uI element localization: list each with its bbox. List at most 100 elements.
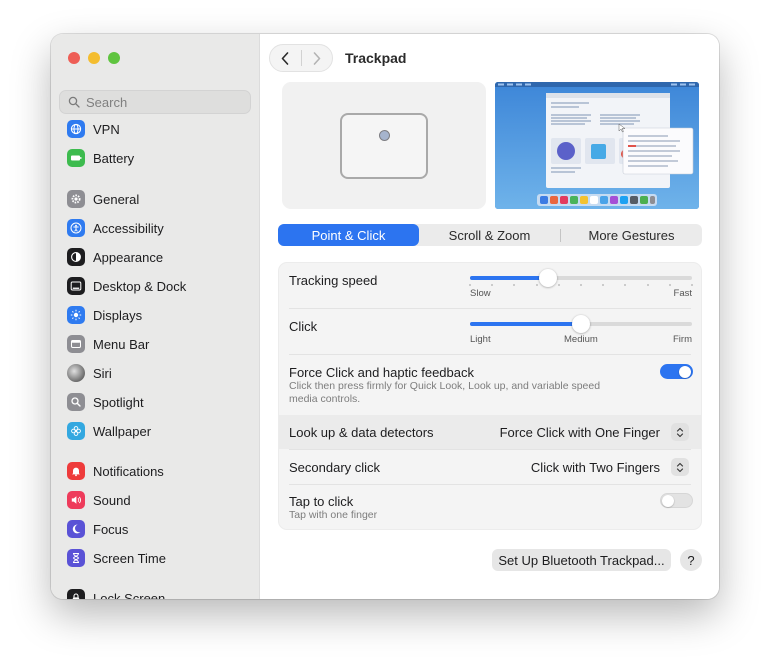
gear-icon bbox=[67, 190, 85, 208]
secondary-click-value[interactable]: Click with Two Fingers bbox=[531, 460, 660, 475]
secondary-click-row[interactable]: Secondary click Click with Two Fingers bbox=[279, 450, 701, 484]
sidebar-item-displays[interactable]: Displays bbox=[67, 304, 142, 326]
slider-tick bbox=[535, 284, 538, 286]
speaker-icon bbox=[67, 491, 85, 509]
sidebar-item-notifications[interactable]: Notifications bbox=[67, 460, 164, 482]
sidebar-item-lock-screen[interactable]: Lock Screen bbox=[67, 587, 165, 599]
siri-icon bbox=[67, 364, 85, 382]
row-separator bbox=[289, 484, 691, 485]
minimize-window-button[interactable] bbox=[88, 52, 100, 64]
search-field[interactable] bbox=[59, 90, 251, 114]
settings-group: Tracking speed Slow Fast Click Light Med… bbox=[278, 262, 702, 530]
click-min-label: Light bbox=[470, 334, 491, 345]
chevron-up-down-icon bbox=[676, 427, 684, 437]
sidebar-item-label: Battery bbox=[93, 150, 135, 166]
sidebar-item-screen-time[interactable]: Screen Time bbox=[67, 547, 166, 569]
dock-icon bbox=[67, 277, 85, 295]
sidebar-item-appearance[interactable]: Appearance bbox=[67, 246, 163, 268]
trackpad-preview bbox=[282, 82, 486, 209]
look-up-row[interactable]: Look up & data detectors Force Click wit… bbox=[279, 415, 701, 449]
sidebar-item-label: Spotlight bbox=[93, 394, 144, 410]
sidebar-item-label: Lock Screen bbox=[93, 590, 166, 600]
row-separator bbox=[289, 354, 691, 355]
sidebar-item-label: Displays bbox=[93, 307, 143, 323]
tracking-speed-max-label: Fast bbox=[673, 288, 692, 299]
gesture-video-preview bbox=[495, 82, 699, 209]
slider-tick bbox=[491, 284, 494, 286]
slider-tick bbox=[624, 284, 627, 286]
sidebar-item-label: Notifications bbox=[93, 463, 164, 479]
force-click-label: Force Click and haptic feedback bbox=[289, 365, 474, 380]
force-click-toggle[interactable] bbox=[660, 364, 693, 379]
toggle-thumb bbox=[679, 365, 691, 378]
slider-tick bbox=[469, 284, 471, 286]
click-pressure-slider[interactable] bbox=[470, 315, 692, 333]
sun-icon bbox=[67, 306, 85, 324]
tap-to-click-toggle[interactable] bbox=[660, 493, 693, 508]
slider-knob[interactable] bbox=[572, 315, 590, 333]
tracking-speed-min-label: Slow bbox=[470, 288, 491, 299]
tab-point-click[interactable]: Point & Click bbox=[278, 224, 419, 246]
tracking-speed-slider[interactable] bbox=[470, 269, 692, 287]
search-input[interactable] bbox=[86, 94, 246, 110]
help-button[interactable]: ? bbox=[680, 549, 702, 571]
sidebar-item-label: Siri bbox=[93, 365, 112, 381]
sidebar-item-label: VPN bbox=[93, 121, 120, 137]
secondary-click-label: Secondary click bbox=[289, 460, 381, 475]
sidebar-item-label: Appearance bbox=[93, 249, 164, 265]
sidebar-item-label: Focus bbox=[93, 521, 129, 537]
sidebar-item-battery[interactable]: Battery bbox=[67, 147, 134, 169]
toggle-thumb bbox=[662, 495, 674, 507]
tracking-speed-ticks bbox=[469, 284, 693, 290]
menu-bar-icon bbox=[67, 335, 85, 353]
slider-tick bbox=[691, 284, 693, 286]
desktop-preview-image bbox=[495, 82, 699, 209]
back-button[interactable] bbox=[270, 45, 301, 71]
sidebar-item-desktop-dock[interactable]: Desktop & Dock bbox=[67, 275, 186, 297]
sidebar-item-menu-bar[interactable]: Menu Bar bbox=[67, 333, 149, 355]
page-title: Trackpad bbox=[345, 50, 407, 66]
slider-tick bbox=[646, 284, 649, 286]
accessibility-icon bbox=[67, 219, 85, 237]
slider-fill bbox=[470, 322, 581, 326]
tab-scroll-zoom[interactable]: Scroll & Zoom bbox=[419, 224, 560, 246]
sidebar-item-vpn[interactable]: VPN bbox=[67, 118, 120, 140]
flower-icon bbox=[67, 422, 85, 440]
sidebar-item-wallpaper[interactable]: Wallpaper bbox=[67, 420, 151, 442]
set-up-bluetooth-trackpad-button[interactable]: Set Up Bluetooth Trackpad... bbox=[492, 549, 671, 571]
forward-button[interactable] bbox=[302, 45, 333, 71]
slider-tick bbox=[602, 284, 605, 286]
sidebar-item-label: Menu Bar bbox=[93, 336, 150, 352]
sidebar-item-label: General bbox=[93, 191, 140, 207]
appearance-icon bbox=[67, 248, 85, 266]
sidebar-item-spotlight[interactable]: Spotlight bbox=[67, 391, 144, 413]
navigation-buttons bbox=[269, 44, 333, 72]
slider-tick bbox=[580, 284, 582, 286]
secondary-click-popup-button[interactable] bbox=[671, 458, 689, 476]
sidebar-item-accessibility[interactable]: Accessibility bbox=[67, 217, 164, 239]
zoom-window-button[interactable] bbox=[108, 52, 120, 64]
search-icon bbox=[68, 96, 80, 108]
row-separator bbox=[289, 308, 691, 309]
look-up-value[interactable]: Force Click with One Finger bbox=[500, 425, 660, 440]
force-click-description: Click then press firmly for Quick Look, … bbox=[289, 380, 601, 405]
look-up-popup-button[interactable] bbox=[671, 423, 689, 441]
magnifier-icon bbox=[67, 393, 85, 411]
tap-to-click-label: Tap to click bbox=[289, 494, 354, 509]
click-label: Click bbox=[289, 319, 318, 334]
sidebar-item-sound[interactable]: Sound bbox=[67, 489, 131, 511]
sidebar-item-label: Screen Time bbox=[93, 550, 166, 566]
sidebar-item-label: Wallpaper bbox=[93, 423, 152, 439]
sidebar-item-siri[interactable]: Siri bbox=[67, 362, 112, 384]
close-window-button[interactable] bbox=[68, 52, 80, 64]
main-panel: Trackpad Point & Click Scroll & Zoom Mor… bbox=[260, 34, 719, 599]
tab-more-gestures[interactable]: More Gestures bbox=[561, 224, 702, 246]
tab-segmented-control: Point & Click Scroll & Zoom More Gesture… bbox=[278, 224, 702, 246]
moon-icon bbox=[67, 520, 85, 538]
sidebar-item-focus[interactable]: Focus bbox=[67, 518, 128, 540]
sidebar-item-general[interactable]: General bbox=[67, 188, 139, 210]
chevron-left-icon bbox=[281, 51, 289, 65]
bell-icon bbox=[67, 462, 85, 480]
sidebar: VPN Battery General Accessibility bbox=[51, 34, 260, 599]
lock-icon bbox=[67, 589, 85, 599]
